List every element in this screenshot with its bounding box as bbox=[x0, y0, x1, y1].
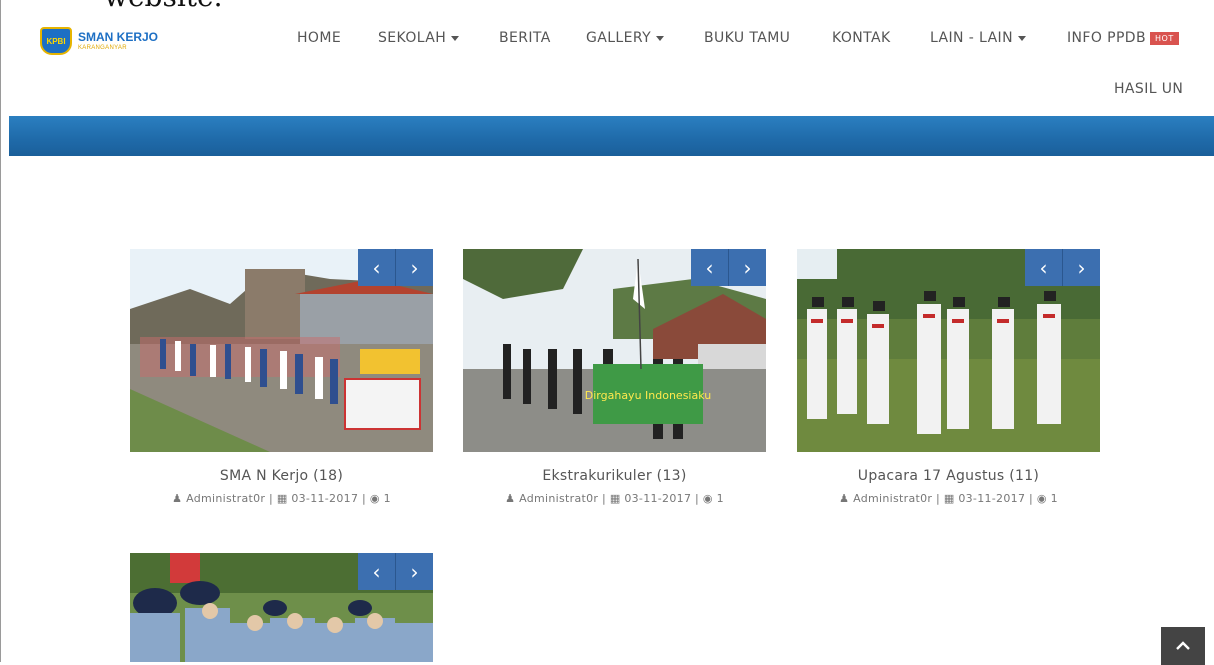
nav-label: SEKOLAH bbox=[378, 30, 447, 46]
card-date: 03-11-2017 bbox=[624, 492, 692, 505]
user-icon: ♟ bbox=[172, 492, 183, 505]
eye-icon: ◉ bbox=[1036, 492, 1047, 505]
prev-arrow-icon[interactable]: ‹ bbox=[1025, 249, 1062, 286]
eye-icon: ◉ bbox=[369, 492, 380, 505]
nav-buku-tamu[interactable]: BUKU TAMU bbox=[704, 30, 790, 46]
nav-label: BUKU TAMU bbox=[704, 30, 791, 46]
scroll-to-top-button[interactable] bbox=[1161, 627, 1205, 665]
nav-gallery[interactable]: GALLERY bbox=[586, 30, 665, 46]
calendar-icon: ▦ bbox=[943, 492, 955, 505]
gallery-card[interactable]: ‹ › SMA N Kerjo (18) ♟ Administrat0r | ▦… bbox=[130, 249, 433, 505]
user-icon: ♟ bbox=[839, 492, 850, 505]
card-views: 1 bbox=[1050, 492, 1058, 505]
nav-hasil-un[interactable]: HASIL UN bbox=[1114, 81, 1183, 97]
user-icon: ♟ bbox=[505, 492, 516, 505]
card-views: 1 bbox=[716, 492, 724, 505]
page-banner bbox=[9, 116, 1214, 156]
card-date: 03-11-2017 bbox=[958, 492, 1026, 505]
site-logo[interactable]: KPBI SMAN KERJO KARANGANYAR bbox=[40, 27, 158, 55]
card-meta: ♟ Administrat0r | ▦ 03-11-2017 | ◉ 1 bbox=[505, 492, 724, 505]
carousel-controls: ‹ › bbox=[358, 249, 433, 286]
nav-label: HOME bbox=[297, 30, 342, 46]
gallery-card[interactable]: ‹ › Upacara 17 Agustus (11) ♟ Administra… bbox=[797, 249, 1100, 505]
gallery-photo[interactable]: ‹ › bbox=[130, 553, 433, 662]
gallery-photo[interactable]: Dirgahayu Indonesiaku ‹ › bbox=[463, 249, 766, 452]
nav-sekolah[interactable]: SEKOLAH bbox=[378, 30, 460, 46]
card-meta: ♟ Administrat0r | ▦ 03-11-2017 | ◉ 1 bbox=[172, 492, 391, 505]
caret-down-icon bbox=[1017, 35, 1026, 41]
next-arrow-icon[interactable]: › bbox=[395, 249, 433, 286]
banner-text: Dirgahayu Indonesiaku bbox=[585, 389, 711, 402]
gallery-photo[interactable]: ‹ › bbox=[797, 249, 1100, 452]
next-arrow-icon[interactable]: › bbox=[728, 249, 766, 286]
card-views: 1 bbox=[383, 492, 391, 505]
gallery-photo[interactable]: ‹ › bbox=[130, 249, 433, 452]
card-author: Administrat0r bbox=[853, 492, 933, 505]
logo-name: SMAN KERJO bbox=[78, 30, 159, 44]
prev-arrow-icon[interactable]: ‹ bbox=[691, 249, 728, 286]
nav-label: GALLERY bbox=[586, 30, 652, 46]
caret-down-icon bbox=[451, 35, 460, 41]
eye-icon: ◉ bbox=[702, 492, 713, 505]
school-emblem-icon: KPBI bbox=[40, 27, 72, 55]
nav-home[interactable]: HOME bbox=[297, 30, 341, 46]
gallery-card[interactable]: ‹ › bbox=[130, 553, 433, 662]
card-author: Administrat0r bbox=[519, 492, 599, 505]
card-title[interactable]: Ekstrakurikuler (13) bbox=[463, 468, 766, 484]
nav-berita[interactable]: BERITA bbox=[499, 30, 551, 46]
nav-label: LAIN - LAIN bbox=[930, 30, 1013, 46]
document-caption: website. bbox=[104, 0, 223, 13]
card-title[interactable]: Upacara 17 Agustus (11) bbox=[797, 468, 1100, 484]
card-date: 03-11-2017 bbox=[291, 492, 359, 505]
logo-subtitle: KARANGANYAR bbox=[78, 45, 127, 51]
nav-lain-lain[interactable]: LAIN - LAIN bbox=[930, 30, 1026, 46]
calendar-icon: ▦ bbox=[609, 492, 621, 505]
prev-arrow-icon[interactable]: ‹ bbox=[358, 249, 395, 286]
carousel-controls: ‹ › bbox=[358, 553, 433, 590]
carousel-controls: ‹ › bbox=[691, 249, 766, 286]
card-title[interactable]: SMA N Kerjo (18) bbox=[130, 468, 433, 484]
nav-label: INFO PPDB bbox=[1067, 30, 1146, 46]
hot-badge: HOT bbox=[1150, 31, 1179, 45]
nav-label: BERITA bbox=[499, 30, 551, 46]
caret-down-icon bbox=[656, 35, 665, 41]
nav-kontak[interactable]: KONTAK bbox=[832, 30, 891, 46]
chevron-up-icon bbox=[1176, 641, 1190, 650]
nav-label: KONTAK bbox=[832, 30, 891, 46]
calendar-icon: ▦ bbox=[276, 492, 288, 505]
card-author: Administrat0r bbox=[186, 492, 266, 505]
window-border bbox=[0, 0, 9, 662]
prev-arrow-icon[interactable]: ‹ bbox=[358, 553, 395, 590]
nav-info-ppdb[interactable]: INFO PPDB HOT bbox=[1067, 30, 1179, 46]
gallery-card[interactable]: Dirgahayu Indonesiaku ‹ › Ekstrakurikule… bbox=[463, 249, 766, 505]
next-arrow-icon[interactable]: › bbox=[395, 553, 433, 590]
card-meta: ♟ Administrat0r | ▦ 03-11-2017 | ◉ 1 bbox=[839, 492, 1058, 505]
next-arrow-icon[interactable]: › bbox=[1062, 249, 1100, 286]
nav-label: HASIL UN bbox=[1114, 81, 1184, 97]
carousel-controls: ‹ › bbox=[1025, 249, 1100, 286]
